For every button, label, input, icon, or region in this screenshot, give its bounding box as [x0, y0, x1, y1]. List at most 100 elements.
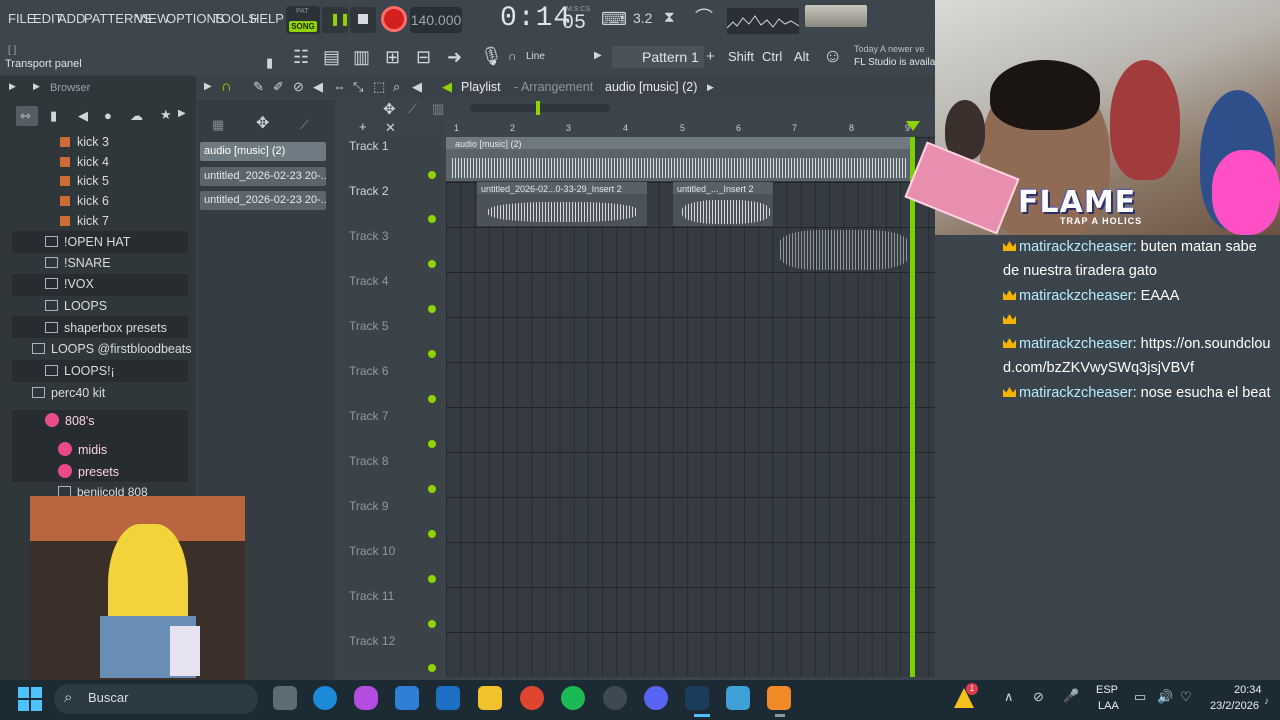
star-icon[interactable]: ★	[160, 108, 172, 121]
start-button[interactable]	[18, 687, 42, 711]
snap-icon[interactable]: ∩	[508, 50, 517, 62]
chat-username[interactable]: matirackzcheaser	[1019, 288, 1133, 304]
arrangement-label[interactable]: - Arrangement	[514, 80, 593, 94]
track-name[interactable]: Track 2	[349, 184, 389, 198]
shift-button[interactable]: Shift	[728, 46, 754, 68]
keyboard-layout[interactable]: LAA	[1098, 700, 1119, 712]
track-name[interactable]: Track 11	[349, 589, 394, 603]
record-button[interactable]	[381, 6, 407, 32]
browser-folder[interactable]: LOOPS @firstbloodbeats	[32, 342, 192, 356]
browser-folder[interactable]: shaperbox presets	[45, 321, 167, 335]
scroll-position[interactable]	[536, 101, 540, 115]
fl-studio-icon[interactable]	[767, 686, 791, 710]
stop-button[interactable]	[350, 7, 376, 33]
track-name[interactable]: Track 7	[349, 409, 389, 423]
track-name[interactable]: Track 5	[349, 319, 389, 333]
track-mute-led[interactable]	[428, 664, 436, 672]
delete-icon[interactable]: ⊘	[293, 80, 304, 93]
track-name[interactable]: Track 8	[349, 454, 389, 468]
track-mute-led[interactable]	[428, 530, 436, 538]
arrow-right-icon[interactable]: ➜	[447, 48, 462, 66]
move-icon[interactable]: ✥	[256, 116, 269, 132]
track-name[interactable]: Track 1	[349, 139, 389, 153]
track-name[interactable]: Track 10	[349, 544, 395, 558]
browser-next-icon[interactable]: ▶	[178, 109, 186, 119]
zoom-icon[interactable]: ⌕	[393, 80, 400, 93]
browser-toggle-button[interactable]: ⇿	[16, 106, 38, 126]
chat-username[interactable]: matirackzcheaser	[1019, 239, 1133, 255]
metronome-icon[interactable]: ⌒	[695, 9, 713, 27]
chat-username[interactable]: matirackzcheaser	[1019, 336, 1133, 352]
browser-arrow2-icon[interactable]: ▶	[33, 82, 40, 91]
track-mute-led[interactable]	[428, 620, 436, 628]
track-mute-led[interactable]	[428, 395, 436, 403]
news-icon[interactable]: ☺	[823, 47, 842, 66]
resize-icon[interactable]: ⟋	[408, 102, 417, 115]
browser-folder[interactable]: LOOPS!¡	[45, 364, 115, 378]
add-pattern-icon[interactable]: +	[706, 49, 715, 64]
timeline-ruler[interactable]	[446, 120, 936, 137]
snap-value[interactable]: Line	[526, 51, 545, 62]
pat-song-switch[interactable]: PAT SONG	[286, 6, 320, 34]
display-icon[interactable]: ▭	[1134, 690, 1146, 703]
browser-folder[interactable]: perc40 kit	[32, 386, 105, 400]
menu-add[interactable]: ADD	[58, 11, 85, 26]
move-view-icon[interactable]: ✥	[383, 102, 396, 117]
search-label[interactable]: Buscar	[88, 690, 128, 705]
browser-folder[interactable]: !OPEN HAT	[45, 235, 130, 249]
browser-item[interactable]: kick 4	[60, 155, 109, 169]
language-code[interactable]: ESP	[1096, 684, 1118, 696]
track-mute-led[interactable]	[428, 171, 436, 179]
globe-icon[interactable]: ●	[104, 109, 112, 122]
doc-icon[interactable]: ▮	[50, 109, 57, 122]
copilot-icon[interactable]	[354, 686, 378, 710]
clock-time[interactable]: 20:34	[1234, 684, 1262, 696]
network-off-icon[interactable]: ⊘	[1033, 690, 1044, 703]
piano-roll-icon[interactable]: ▤	[323, 48, 340, 66]
track-name[interactable]: Track 12	[349, 634, 395, 648]
discord-icon[interactable]	[644, 686, 668, 710]
battery-icon[interactable]: ♡	[1180, 690, 1192, 703]
add-track-icon[interactable]: +	[359, 120, 367, 133]
alt-button[interactable]: Alt	[794, 46, 809, 68]
slice-icon[interactable]: ⤡	[353, 80, 363, 93]
menu-file[interactable]: FILE	[8, 11, 35, 26]
outlook-icon[interactable]	[436, 686, 460, 710]
clip-source[interactable]: untitled_2026-02-23 20-...	[200, 191, 326, 210]
paint-icon[interactable]: ✐	[273, 80, 284, 93]
browser-folder-pink[interactable]: 808's	[45, 413, 95, 428]
obs-icon[interactable]	[603, 686, 627, 710]
track-mute-led[interactable]	[428, 575, 436, 583]
browser-item[interactable]: kick 5	[60, 174, 109, 188]
mute-icon[interactable]: ◀	[313, 80, 323, 93]
channel-rack-icon[interactable]: ▥	[353, 48, 370, 66]
playlist-menu-icon[interactable]: ▶	[204, 82, 212, 92]
horizontal-scrollbar[interactable]	[470, 104, 610, 112]
browser-item[interactable]: kick 6	[60, 194, 109, 208]
playhead[interactable]	[910, 137, 915, 677]
playback-icon[interactable]: ◀	[412, 80, 422, 93]
microphone-icon[interactable]: 🎙	[480, 47, 503, 65]
countdown-icon[interactable]: 3.2	[633, 11, 652, 25]
cloud-icon[interactable]: ☁	[130, 109, 143, 122]
browser-folder-pink[interactable]: midis	[58, 442, 107, 457]
browser-item[interactable]: kick 7	[60, 214, 109, 228]
browser-arrow-icon[interactable]: ▶	[9, 82, 16, 91]
ctrl-button[interactable]: Ctrl	[762, 46, 782, 68]
selected-clip-label[interactable]: audio [music] (2)	[605, 80, 697, 94]
tempo-display[interactable]: 140.000	[410, 7, 462, 33]
browser-item[interactable]: kick 3	[60, 135, 109, 149]
edge-icon[interactable]	[313, 686, 337, 710]
playlist-icon[interactable]: ☷	[293, 48, 309, 66]
track-name[interactable]: Track 4	[349, 274, 389, 288]
volume-icon[interactable]: 🔊	[1157, 690, 1173, 703]
speaker-icon[interactable]: ◀	[78, 109, 88, 122]
close-icon[interactable]: ✕	[385, 121, 396, 134]
browser-folder-pink[interactable]: presets	[58, 464, 119, 479]
taskbar-search[interactable]	[54, 684, 258, 714]
mixer-icon[interactable]: ⊞	[385, 48, 400, 66]
playlist-play-icon[interactable]: ◀	[442, 80, 452, 93]
magnet-icon[interactable]: ∩	[221, 79, 232, 94]
chevron-up-icon[interactable]: ∧	[1004, 690, 1014, 703]
slide-icon[interactable]: ⟋	[300, 118, 309, 131]
